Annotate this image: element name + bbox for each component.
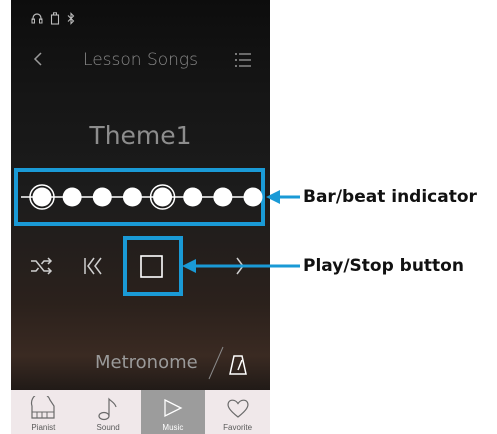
beat-indicator-annotation: Bar/beat indicator xyxy=(303,187,477,207)
stop-arrow-head xyxy=(182,259,196,273)
play-stop-annotation: Play/Stop button xyxy=(303,256,464,276)
beat-arrow-head xyxy=(266,190,280,204)
annotation-arrows xyxy=(182,190,300,273)
